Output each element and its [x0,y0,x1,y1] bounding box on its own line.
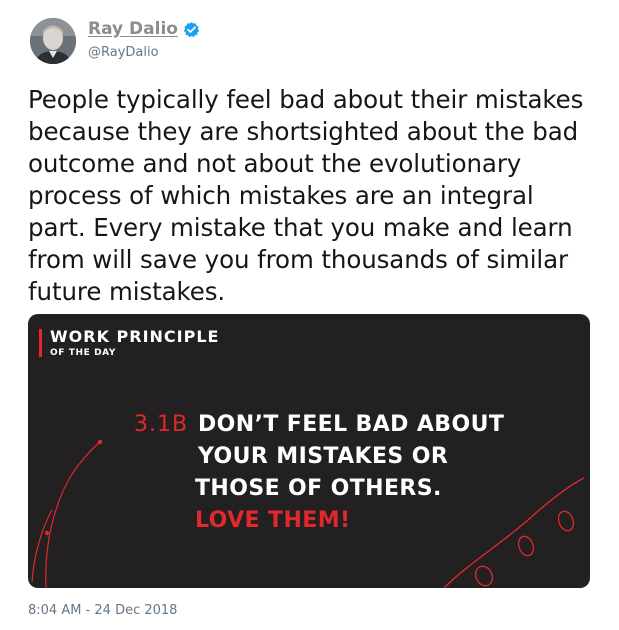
author-handle[interactable]: @RayDalio [88,45,159,60]
author-name-link[interactable]: Ray Dalio [88,19,178,39]
profile-photo-image [30,18,76,64]
tweet-text: People typically feel bad about their mi… [28,85,584,306]
verified-badge-icon [183,21,200,38]
avatar[interactable] [30,18,76,64]
tweet-timestamp[interactable]: 8:04 AM - 24 Dec 2018 [28,603,177,618]
author-row: Ray Dalio [88,19,200,39]
card-accent-bar [39,329,42,357]
principle-number: 3.1B [134,412,189,437]
principle-line-highlight: LOVE THEM! [195,508,351,533]
card-label: WORK PRINCIPLE [50,327,220,346]
principle-line: YOUR MISTAKES OR [198,444,449,469]
tweet-image-card[interactable]: WORK PRINCIPLE OF THE DAY 3.1B DON’T FEE… [28,314,590,588]
card-sublabel: OF THE DAY [50,348,116,358]
principle-line: THOSE OF OTHERS. [195,476,442,501]
tweet: Ray Dalio @RayDalio People typically fee… [0,0,619,630]
principle-line: DON’T FEEL BAD ABOUT [198,412,505,437]
